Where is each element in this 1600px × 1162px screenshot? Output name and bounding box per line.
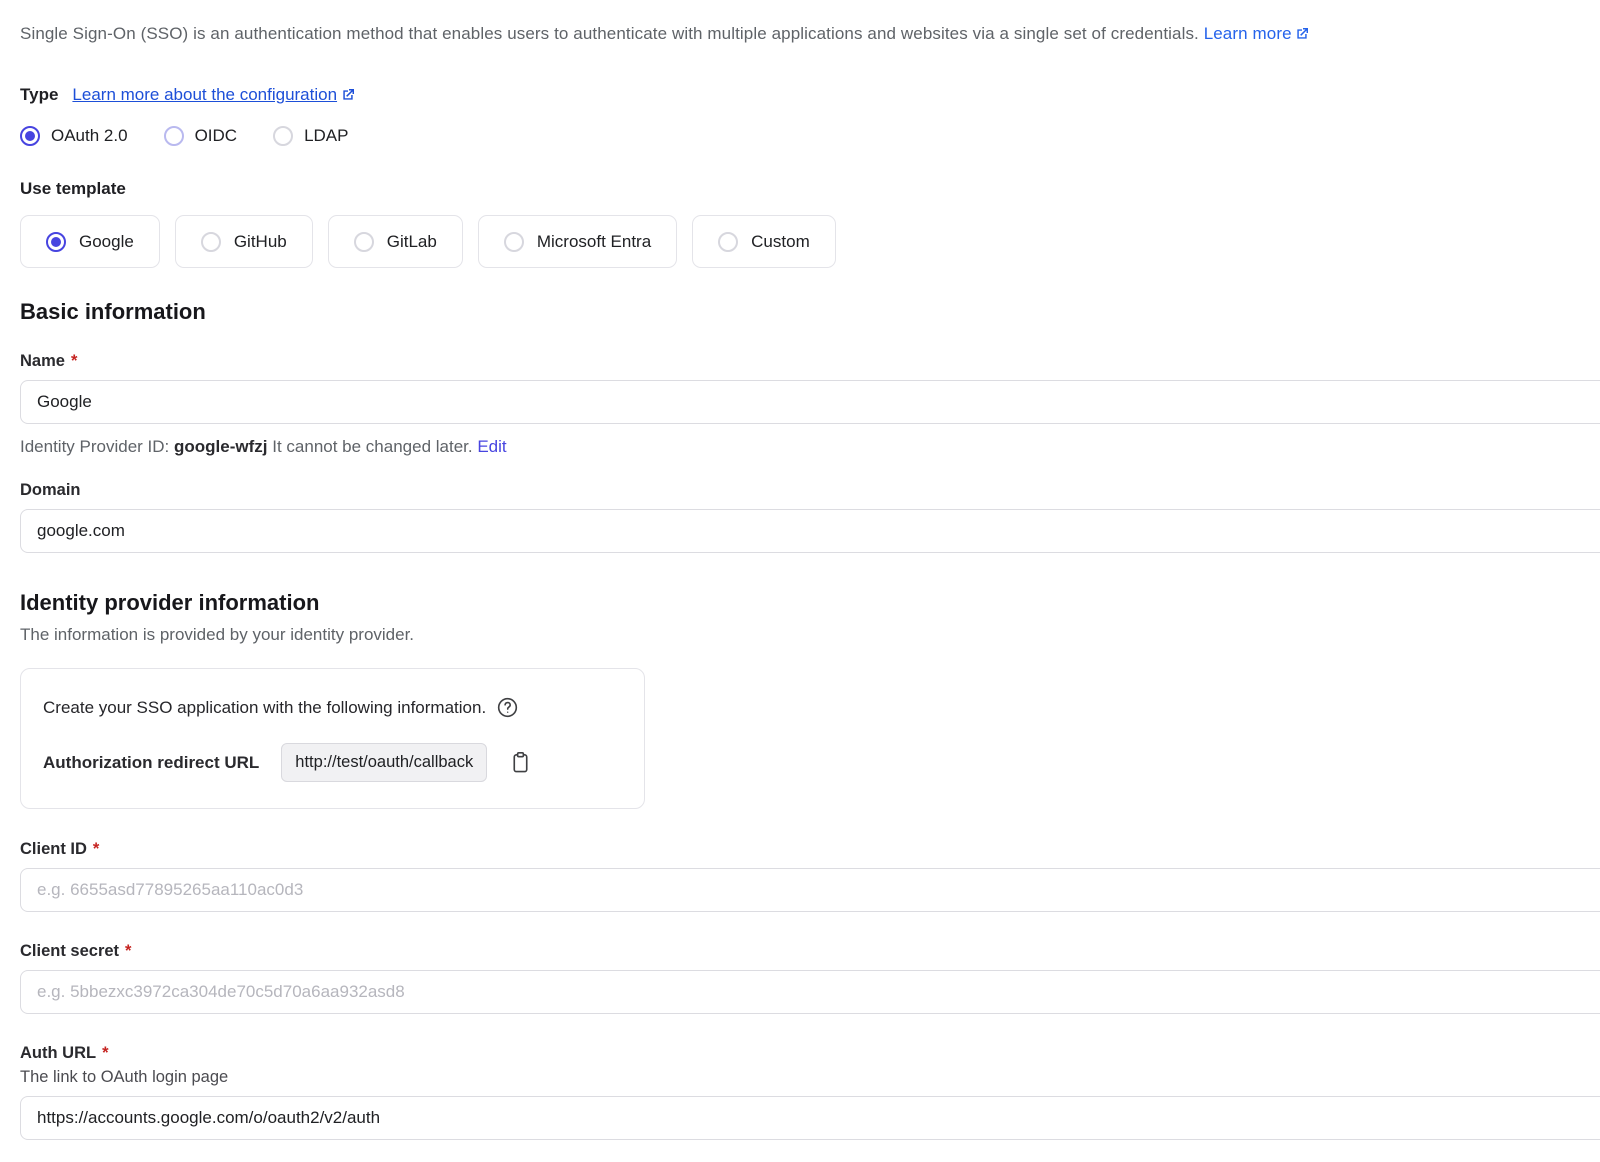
client-secret-label: Client secret *	[20, 942, 1600, 961]
template-card-microsoft-entra[interactable]: Microsoft Entra	[478, 215, 677, 268]
sso-settings-page: Single Sign-On (SSO) is an authenticatio…	[0, 0, 1600, 1140]
radio-oauth2-label: OAuth 2.0	[51, 126, 128, 146]
radio-unselected-icon	[273, 126, 293, 146]
learn-more-link[interactable]: Learn more	[1204, 24, 1310, 44]
client-id-input[interactable]	[20, 868, 1600, 912]
radio-unselected-icon	[718, 232, 738, 252]
domain-label-text: Domain	[20, 481, 81, 500]
template-gitlab-label: GitLab	[387, 232, 437, 252]
domain-field: Domain	[20, 481, 1600, 553]
identity-provider-id-note: Identity Provider ID: google-wfzj It can…	[20, 437, 1600, 457]
info-card-title-row: Create your SSO application with the fol…	[43, 696, 622, 719]
domain-label: Domain	[20, 481, 1600, 500]
name-field: Name *	[20, 352, 1600, 424]
auth-url-label: Auth URL *	[20, 1044, 1600, 1063]
basic-information-heading: Basic information	[20, 299, 1600, 325]
radio-oidc[interactable]: OIDC	[164, 126, 238, 146]
idp-information-heading: Identity provider information	[20, 590, 1600, 616]
template-github-label: GitHub	[234, 232, 287, 252]
name-label-text: Name	[20, 352, 65, 371]
configuration-docs-link[interactable]: Learn more about the configuration	[72, 85, 356, 105]
radio-unselected-icon	[164, 126, 184, 146]
learn-more-label: Learn more	[1204, 24, 1292, 44]
auth-url-input[interactable]	[20, 1096, 1600, 1140]
info-card-title: Create your SSO application with the fol…	[43, 698, 486, 718]
client-secret-input[interactable]	[20, 970, 1600, 1014]
idp-note-suffix: It cannot be changed later.	[272, 437, 472, 456]
template-card-group: Google GitHub GitLab Microsoft Entra Cus…	[20, 215, 1600, 268]
type-radio-group: OAuth 2.0 OIDC LDAP	[20, 126, 1600, 146]
radio-oauth2[interactable]: OAuth 2.0	[20, 126, 128, 146]
radio-unselected-icon	[201, 232, 221, 252]
auth-url-label-text: Auth URL	[20, 1044, 96, 1063]
intro-description: Single Sign-On (SSO) is an authenticatio…	[20, 24, 1199, 43]
template-card-github[interactable]: GitHub	[175, 215, 313, 268]
configuration-docs-label: Learn more about the configuration	[72, 85, 337, 105]
radio-oidc-label: OIDC	[195, 126, 238, 146]
template-custom-label: Custom	[751, 232, 810, 252]
radio-unselected-icon	[504, 232, 524, 252]
external-link-icon	[340, 87, 356, 103]
client-id-label-text: Client ID	[20, 840, 87, 859]
required-asterisk: *	[125, 942, 131, 961]
required-asterisk: *	[102, 1044, 108, 1063]
intro-text: Single Sign-On (SSO) is an authenticatio…	[20, 24, 1600, 44]
radio-unselected-icon	[354, 232, 374, 252]
redirect-url-value: http://test/oauth/callback	[281, 743, 487, 782]
radio-ldap[interactable]: LDAP	[273, 126, 348, 146]
name-input[interactable]	[20, 380, 1600, 424]
template-entra-label: Microsoft Entra	[537, 232, 651, 252]
edit-idp-id-link[interactable]: Edit	[477, 437, 506, 456]
idp-note-prefix: Identity Provider ID:	[20, 437, 169, 456]
name-label: Name *	[20, 352, 1600, 371]
use-template-label: Use template	[20, 179, 1600, 199]
radio-selected-icon	[20, 126, 40, 146]
template-card-google[interactable]: Google	[20, 215, 160, 268]
sso-info-card: Create your SSO application with the fol…	[20, 668, 645, 809]
client-id-field: Client ID *	[20, 840, 1600, 912]
idp-id-value: google-wfzj	[174, 437, 267, 456]
template-card-gitlab[interactable]: GitLab	[328, 215, 463, 268]
copy-button[interactable]	[509, 750, 532, 775]
type-label: Type	[20, 85, 58, 105]
required-asterisk: *	[93, 840, 99, 859]
domain-input[interactable]	[20, 509, 1600, 553]
idp-information-subtitle: The information is provided by your iden…	[20, 625, 1600, 645]
type-row: Type Learn more about the configuration	[20, 85, 1600, 105]
client-secret-label-text: Client secret	[20, 942, 119, 961]
external-link-icon	[1294, 26, 1310, 42]
help-icon[interactable]	[496, 696, 519, 719]
clipboard-icon	[509, 750, 532, 775]
redirect-url-row: Authorization redirect URL http://test/o…	[43, 743, 622, 782]
radio-selected-icon	[46, 232, 66, 252]
template-google-label: Google	[79, 232, 134, 252]
auth-url-helper: The link to OAuth login page	[20, 1068, 1600, 1087]
redirect-url-label: Authorization redirect URL	[43, 753, 259, 773]
required-asterisk: *	[71, 352, 77, 371]
client-secret-field: Client secret *	[20, 942, 1600, 1014]
auth-url-field: Auth URL * The link to OAuth login page	[20, 1044, 1600, 1140]
template-card-custom[interactable]: Custom	[692, 215, 836, 268]
client-id-label: Client ID *	[20, 840, 1600, 859]
radio-ldap-label: LDAP	[304, 126, 348, 146]
